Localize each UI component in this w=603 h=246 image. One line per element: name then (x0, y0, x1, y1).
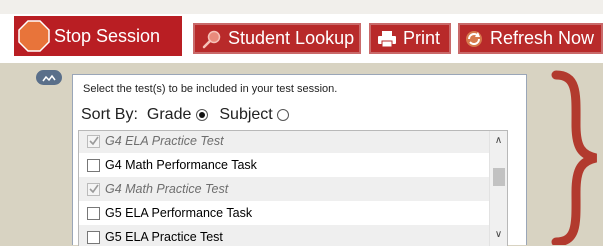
checkbox-icon[interactable] (87, 206, 100, 220)
stop-sign-icon (18, 20, 50, 52)
list-item[interactable]: G5 ELA Practice Test (79, 225, 491, 246)
session-toolbar: Stop Session Student Lookup Print Refres… (0, 0, 603, 63)
test-label: G4 ELA Practice Test (105, 134, 224, 148)
refresh-now-label: Refresh Now (490, 28, 595, 48)
printer-icon (378, 30, 396, 47)
refresh-icon (466, 30, 482, 47)
list-item[interactable]: G4 ELA Practice Test (79, 131, 491, 153)
stop-session-button[interactable]: Stop Session (14, 16, 182, 56)
scroll-down-icon[interactable]: ∨ (490, 229, 507, 240)
sort-option-subject-label: Subject (219, 106, 273, 123)
list-item[interactable]: G5 ELA Performance Task (79, 201, 491, 225)
checkbox-icon[interactable] (87, 230, 100, 244)
student-lookup-button[interactable]: Student Lookup (193, 23, 361, 54)
radio-selected-dot (199, 112, 206, 118)
print-button[interactable]: Print (369, 23, 451, 54)
instruction-text: Select the test(s) to be included in you… (83, 83, 338, 95)
checkbox-icon[interactable] (87, 158, 100, 172)
scroll-up-icon[interactable]: ∧ (490, 135, 507, 146)
test-list[interactable]: G4 ELA Practice Test G4 Math Performance… (78, 130, 508, 246)
test-selection-panel: Select the test(s) to be included in you… (72, 74, 527, 246)
collapse-chevron-icon (42, 74, 56, 81)
sort-option-grade-label: Grade (146, 106, 192, 123)
checkbox-icon (87, 134, 100, 148)
magnifier-icon (202, 30, 221, 48)
stop-session-label: Stop Session (54, 25, 161, 46)
test-label: G4 Math Performance Task (105, 158, 257, 172)
list-item[interactable]: G4 Math Performance Task (79, 153, 491, 177)
red-curly-brace (551, 70, 598, 245)
student-lookup-label: Student Lookup (228, 28, 355, 48)
collapse-toggle[interactable] (36, 70, 62, 85)
checkbox-icon (87, 182, 100, 196)
scroll-thumb[interactable] (493, 168, 505, 186)
sort-grade-radio[interactable] (196, 109, 209, 121)
list-item[interactable]: G4 Math Practice Test (79, 177, 491, 201)
test-label: G5 ELA Performance Task (105, 206, 253, 220)
refresh-now-button[interactable]: Refresh Now (458, 23, 603, 54)
test-label: G4 Math Practice Test (105, 182, 229, 196)
toolbar-top-strip (0, 0, 603, 14)
list-scrollbar[interactable]: ∧ ∨ (489, 131, 507, 246)
sort-subject-radio[interactable] (276, 109, 289, 121)
print-label: Print (403, 28, 441, 48)
sort-by-row: Sort By: Grade Subject (81, 106, 289, 124)
sort-by-label: Sort By: (81, 106, 138, 123)
test-label: G5 ELA Practice Test (105, 230, 223, 244)
